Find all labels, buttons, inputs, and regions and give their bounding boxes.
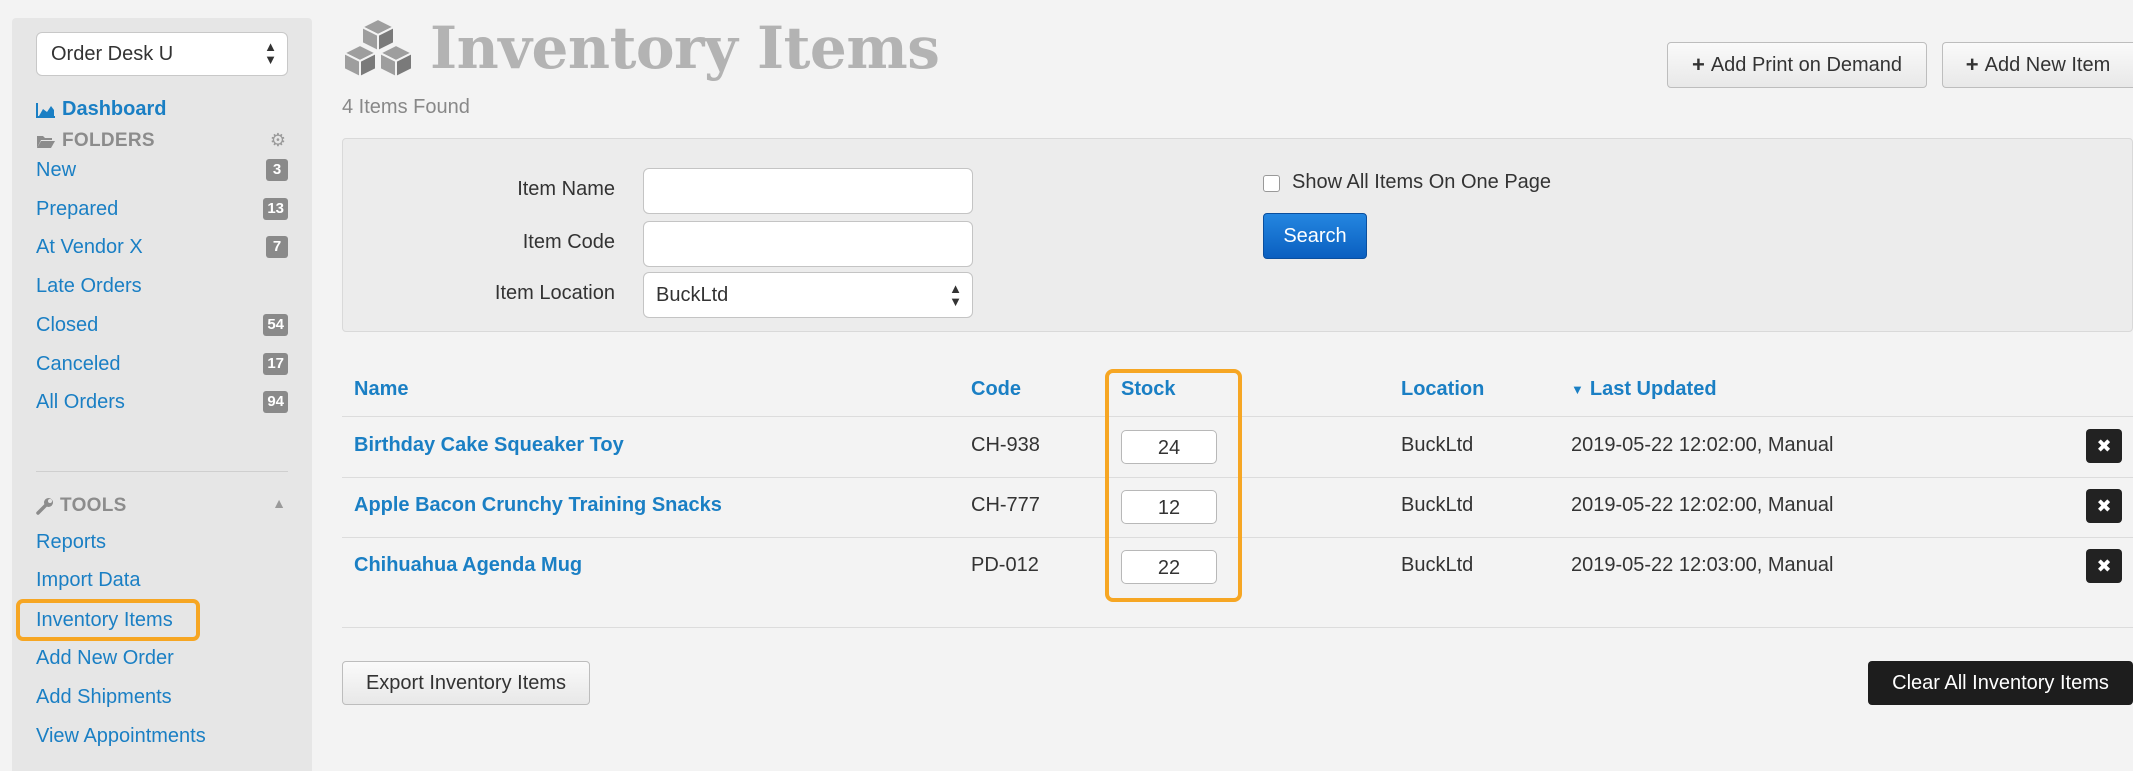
add-new-item-label: Add New Item	[1984, 53, 2111, 76]
folder-at-vendor-x[interactable]: At Vendor X	[36, 236, 143, 259]
tool-reports[interactable]: Reports	[36, 531, 106, 554]
table-bottom-divider	[342, 627, 2133, 628]
item-location-value: BuckLtd	[656, 284, 729, 306]
delete-item-button[interactable]: ✖	[2086, 549, 2122, 583]
export-inventory-button[interactable]: Export Inventory Items	[342, 661, 590, 705]
inventory-items-highlight	[16, 599, 200, 641]
item-location: BuckLtd	[1401, 554, 1474, 576]
sidebar: Order Desk U ▲ ▼ Dashboard FOLDERS ⚙ New …	[12, 18, 312, 771]
folders-heading-label: FOLDERS	[62, 130, 155, 151]
item-last-updated: 2019-05-22 12:03:00, Manual	[1571, 554, 1834, 576]
tool-import-data[interactable]: Import Data	[36, 569, 140, 592]
item-code-input[interactable]	[643, 221, 973, 267]
column-header-code[interactable]: Code	[971, 378, 1021, 401]
column-header-name[interactable]: Name	[354, 378, 408, 401]
cubes-icon	[341, 17, 415, 79]
folder-count-badge: 3	[266, 159, 288, 181]
item-location-select[interactable]: BuckLtd ▲ ▼	[643, 272, 973, 318]
column-header-last-updated[interactable]: ▼ Last Updated	[1571, 378, 1717, 401]
folder-all-orders[interactable]: All Orders	[36, 391, 125, 414]
nav-dashboard[interactable]: Dashboard	[36, 98, 166, 121]
items-found-count: 4 Items Found	[342, 96, 470, 118]
folder-late-orders[interactable]: Late Orders	[36, 275, 142, 298]
folder-count-badge: 94	[263, 391, 288, 413]
close-icon: ✖	[2096, 555, 2112, 576]
tool-add-shipments[interactable]: Add Shipments	[36, 686, 172, 709]
close-icon: ✖	[2096, 435, 2112, 456]
item-code: CH-777	[971, 494, 1040, 516]
folder-count-badge: 7	[266, 236, 288, 258]
page-title-text: Inventory Items	[430, 14, 940, 82]
select-arrows-icon: ▲ ▼	[264, 39, 277, 67]
plus-icon: +	[1691, 52, 1705, 77]
item-name-link[interactable]: Birthday Cake Squeaker Toy	[354, 434, 624, 457]
wrench-icon	[36, 498, 53, 515]
folder-count-badge: 13	[263, 198, 288, 220]
nav-dashboard-label: Dashboard	[62, 98, 167, 120]
folders-heading: FOLDERS	[36, 130, 155, 152]
close-icon: ✖	[2096, 495, 2112, 516]
column-header-location[interactable]: Location	[1401, 378, 1484, 401]
item-location-label: Item Location	[494, 282, 615, 304]
item-location: BuckLtd	[1401, 434, 1474, 456]
delete-item-button[interactable]: ✖	[2086, 489, 2122, 523]
folder-closed[interactable]: Closed	[36, 314, 98, 337]
item-code-label: Item Code	[522, 231, 615, 253]
show-all-label: Show All Items On One Page	[1292, 171, 1552, 193]
folder-canceled[interactable]: Canceled	[36, 353, 121, 376]
item-code: PD-012	[971, 554, 1039, 576]
search-button[interactable]: Search	[1263, 213, 1367, 259]
plus-icon: +	[1965, 52, 1979, 77]
sort-desc-icon: ▼	[1571, 382, 1584, 397]
add-print-on-demand-button[interactable]: + Add Print on Demand	[1667, 42, 1927, 88]
column-header-last-updated-label: Last Updated	[1589, 378, 1717, 400]
area-chart-icon	[36, 102, 55, 118]
folder-count-badge: 17	[263, 353, 288, 375]
add-new-item-button[interactable]: + Add New Item	[1942, 42, 2133, 88]
item-code: CH-938	[971, 434, 1040, 456]
item-last-updated: 2019-05-22 12:02:00, Manual	[1571, 434, 1834, 456]
item-location: BuckLtd	[1401, 494, 1474, 516]
page-title: Inventory Items	[340, 14, 940, 82]
add-print-on-demand-label: Add Print on Demand	[1710, 53, 1903, 76]
tools-heading: TOOLS	[36, 495, 127, 517]
store-select-value: Order Desk U	[51, 43, 174, 65]
store-select[interactable]: Order Desk U ▲ ▼	[36, 32, 288, 76]
filter-panel: Item Name Item Code Item Location BuckLt…	[342, 138, 2133, 332]
select-arrows-icon: ▲ ▼	[949, 281, 962, 309]
show-all-checkbox[interactable]	[1263, 175, 1280, 192]
item-name-link[interactable]: Apple Bacon Crunchy Training Snacks	[354, 494, 722, 517]
item-name-link[interactable]: Chihuahua Agenda Mug	[354, 554, 582, 577]
folder-new[interactable]: New	[36, 159, 76, 182]
stock-column-highlight	[1105, 369, 1242, 602]
folder-open-icon	[37, 136, 55, 148]
tools-heading-label: TOOLS	[60, 495, 127, 516]
item-last-updated: 2019-05-22 12:02:00, Manual	[1571, 494, 1834, 516]
tool-view-appointments[interactable]: View Appointments	[36, 725, 206, 748]
tool-add-new-order[interactable]: Add New Order	[36, 647, 174, 670]
chevron-up-icon[interactable]: ▲	[272, 495, 286, 511]
sidebar-divider	[36, 471, 288, 472]
clear-all-inventory-button[interactable]: Clear All Inventory Items	[1868, 661, 2133, 705]
item-name-input[interactable]	[643, 168, 973, 214]
folder-prepared[interactable]: Prepared	[36, 198, 118, 221]
delete-item-button[interactable]: ✖	[2086, 429, 2122, 463]
item-name-label: Item Name	[517, 178, 615, 200]
folder-count-badge: 54	[263, 314, 288, 336]
gear-icon[interactable]: ⚙	[270, 130, 286, 151]
